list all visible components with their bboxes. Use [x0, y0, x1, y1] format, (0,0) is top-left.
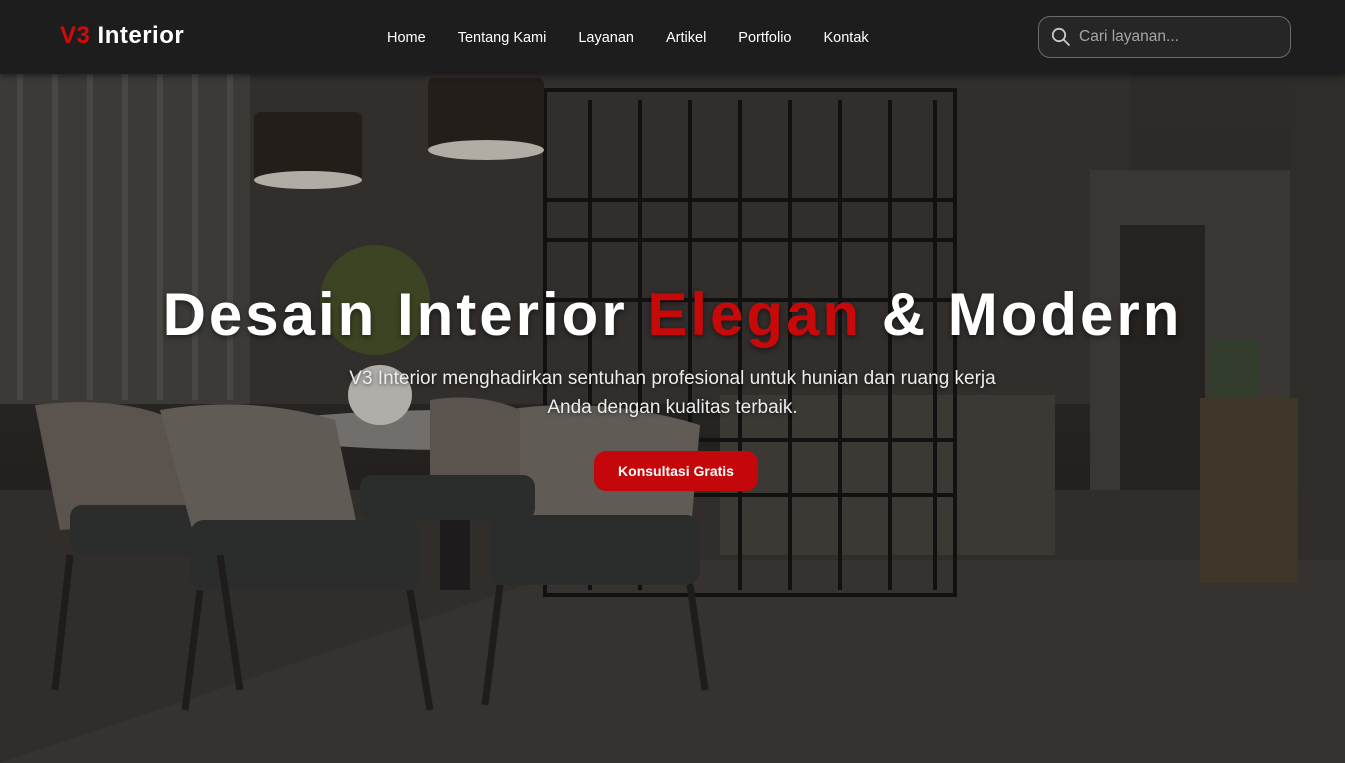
nav-link-portfolio[interactable]: Portfolio — [722, 28, 807, 48]
nav-link-kontak[interactable]: Kontak — [808, 28, 885, 48]
search-box — [1038, 16, 1291, 58]
navbar: V3 Interior Home Tentang Kami Layanan Ar… — [0, 0, 1345, 74]
nav-link-home[interactable]: Home — [371, 28, 442, 48]
search-input[interactable] — [1079, 17, 1284, 57]
nav-link-tentang-kami[interactable]: Tentang Kami — [442, 28, 563, 48]
hero-subtitle: V3 Interior menghadirkan sentuhan profes… — [349, 368, 996, 418]
hero-title-part2: & Modern — [862, 281, 1183, 348]
brand-logo-text: Interior — [97, 22, 185, 49]
nav-link-artikel[interactable]: Artikel — [650, 28, 722, 48]
consultation-button[interactable]: Konsultasi Gratis — [594, 451, 758, 491]
hero-section: Desain Interior Elegan & Modern V3 Inter… — [0, 0, 1345, 763]
hero-title-highlight: Elegan — [647, 281, 863, 348]
brand-logo[interactable]: V3 Interior — [60, 22, 184, 50]
brand-logo-accent: V3 — [60, 22, 91, 49]
hero-title: Desain Interior Elegan & Modern — [0, 280, 1345, 349]
nav-link-layanan[interactable]: Layanan — [562, 28, 650, 48]
main-nav: Home Tentang Kami Layanan Artikel Portfo… — [371, 28, 885, 48]
hero-title-part1: Desain Interior — [162, 281, 648, 348]
search-icon — [1051, 27, 1070, 46]
